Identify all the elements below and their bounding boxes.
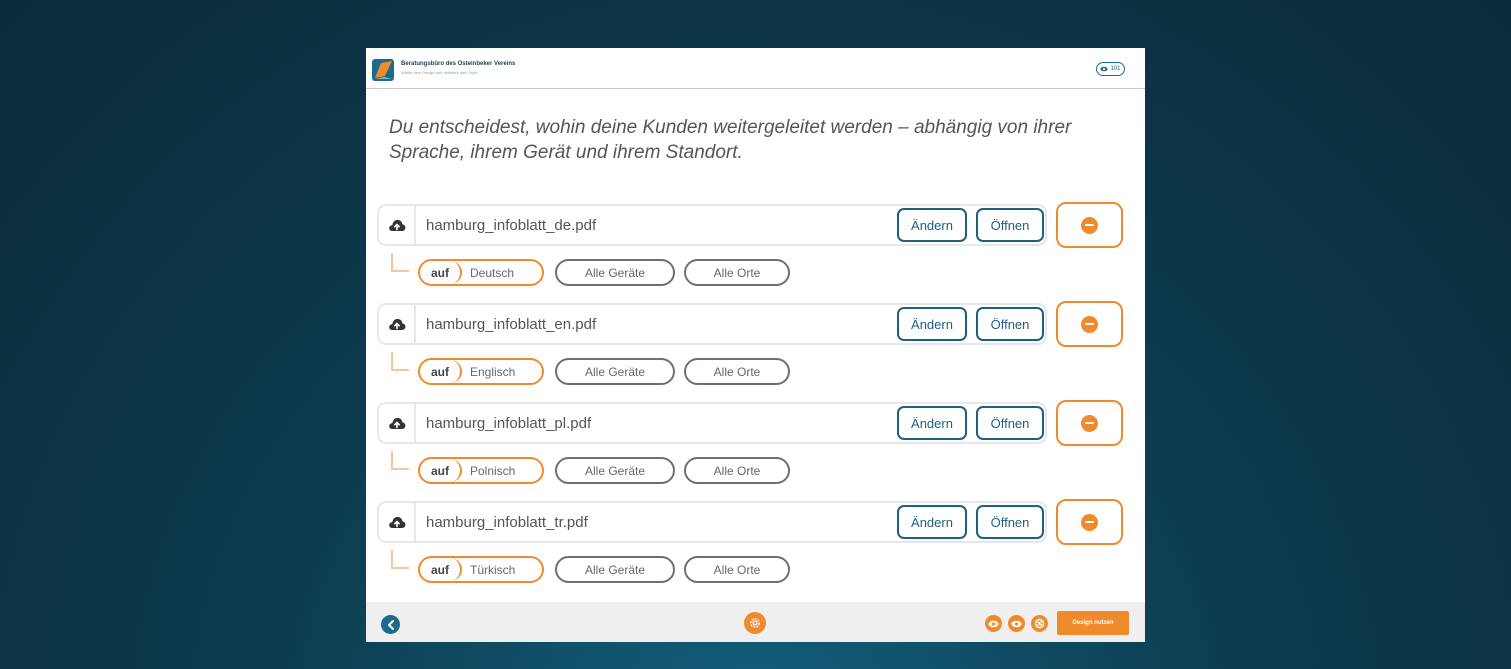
org-name: Beratungsbüro des Osteinbeker Vereins — [401, 61, 516, 67]
open-button[interactable]: Öffnen — [976, 406, 1044, 440]
file-row: hamburg_infoblatt_pl.pdf Ändern Öffnen — [377, 402, 1047, 444]
eye-icon — [988, 620, 999, 627]
location-filter[interactable]: Alle Orte — [684, 457, 790, 484]
editor-panel: Beratungsbüro des Osteinbeker Vereins Wä… — [366, 48, 1145, 642]
views-count: 101 — [1110, 66, 1121, 72]
page-headline: Du entscheidest, wohin deine Kunden weit… — [389, 117, 1072, 163]
upload-button[interactable] — [379, 503, 416, 541]
location-filter[interactable]: Alle Orte — [684, 556, 790, 583]
change-button[interactable]: Ändern — [897, 208, 967, 242]
org-subtitle: Wähle dein Design und definiere dein Sty… — [401, 70, 478, 75]
minus-circle-icon — [1081, 315, 1098, 333]
upload-button[interactable] — [379, 206, 416, 244]
cloud-upload-icon — [388, 219, 405, 231]
device-filter[interactable]: Alle Geräte — [555, 556, 675, 583]
back-button[interactable] — [381, 615, 400, 634]
device-filter[interactable]: Alle Geräte — [555, 259, 675, 286]
upload-button[interactable] — [379, 305, 416, 343]
device-filter[interactable]: Alle Geräte — [555, 457, 675, 484]
file-name: hamburg_infoblatt_de.pdf — [426, 217, 597, 234]
remove-rule-button[interactable] — [1056, 202, 1123, 248]
language-toggle[interactable]: auf Deutsch — [418, 259, 544, 286]
file-row: hamburg_infoblatt_en.pdf Ändern Öffnen — [377, 303, 1047, 345]
remove-rule-button[interactable] — [1056, 400, 1123, 446]
settings-button[interactable] — [744, 612, 766, 634]
file-name: hamburg_infoblatt_tr.pdf — [426, 514, 588, 531]
header-bar: Beratungsbüro des Osteinbeker Vereins Wä… — [366, 48, 1145, 89]
language-label: Polnisch — [470, 464, 516, 478]
auf-toggle-label: auf — [420, 261, 462, 284]
use-design-button[interactable]: Design nutzen — [1057, 611, 1129, 635]
auf-toggle-label: auf — [420, 360, 462, 383]
file-name: hamburg_infoblatt_pl.pdf — [426, 415, 592, 432]
change-button[interactable]: Ändern — [897, 505, 967, 539]
upload-button[interactable] — [379, 404, 416, 442]
tree-connector — [391, 451, 409, 470]
language-toggle[interactable]: auf Türkisch — [418, 556, 544, 583]
device-filter[interactable]: Alle Geräte — [555, 358, 675, 385]
location-filter[interactable]: Alle Orte — [684, 259, 790, 286]
remove-rule-button[interactable] — [1056, 301, 1123, 347]
minus-circle-icon — [1081, 414, 1098, 432]
auf-toggle-label: auf — [420, 558, 462, 581]
file-name: hamburg_infoblatt_en.pdf — [426, 316, 597, 333]
footer-bar: Design nutzen — [366, 602, 1145, 642]
logo-icon — [372, 59, 394, 81]
language-label: Türkisch — [470, 563, 516, 577]
change-button[interactable]: Ändern — [897, 406, 967, 440]
reset-icon — [1034, 618, 1045, 629]
file-row: hamburg_infoblatt_tr.pdf Ändern Öffnen — [377, 501, 1047, 543]
open-button[interactable]: Öffnen — [976, 208, 1044, 242]
open-button[interactable]: Öffnen — [976, 307, 1044, 341]
file-row: hamburg_infoblatt_de.pdf Ändern Öffnen — [377, 204, 1047, 246]
eye-icon — [1100, 66, 1109, 72]
tree-connector — [391, 550, 409, 569]
change-button[interactable]: Ändern — [897, 307, 967, 341]
cloud-upload-icon — [388, 318, 405, 330]
open-button[interactable]: Öffnen — [976, 505, 1044, 539]
cloud-upload-icon — [388, 417, 405, 429]
views-badge[interactable]: 101 — [1096, 62, 1125, 76]
minus-circle-icon — [1081, 513, 1098, 531]
location-filter[interactable]: Alle Orte — [684, 358, 790, 385]
auf-toggle-label: auf — [420, 459, 462, 482]
language-toggle[interactable]: auf Polnisch — [418, 457, 544, 484]
chevron-left-icon — [387, 619, 394, 630]
language-label: Deutsch — [470, 266, 515, 280]
remove-rule-button[interactable] — [1056, 499, 1123, 545]
language-toggle[interactable]: auf Englisch — [418, 358, 544, 385]
language-label: Englisch — [470, 365, 516, 379]
eye-icon — [1011, 620, 1022, 627]
preview-mobile-button[interactable] — [1008, 615, 1025, 632]
reset-button[interactable] — [1031, 615, 1048, 632]
cloud-upload-icon — [388, 516, 405, 528]
preview-desktop-button[interactable] — [985, 615, 1002, 632]
minus-circle-icon — [1081, 216, 1098, 234]
settings-icon — [750, 618, 760, 628]
tree-connector — [391, 253, 409, 272]
tree-connector — [391, 352, 409, 371]
